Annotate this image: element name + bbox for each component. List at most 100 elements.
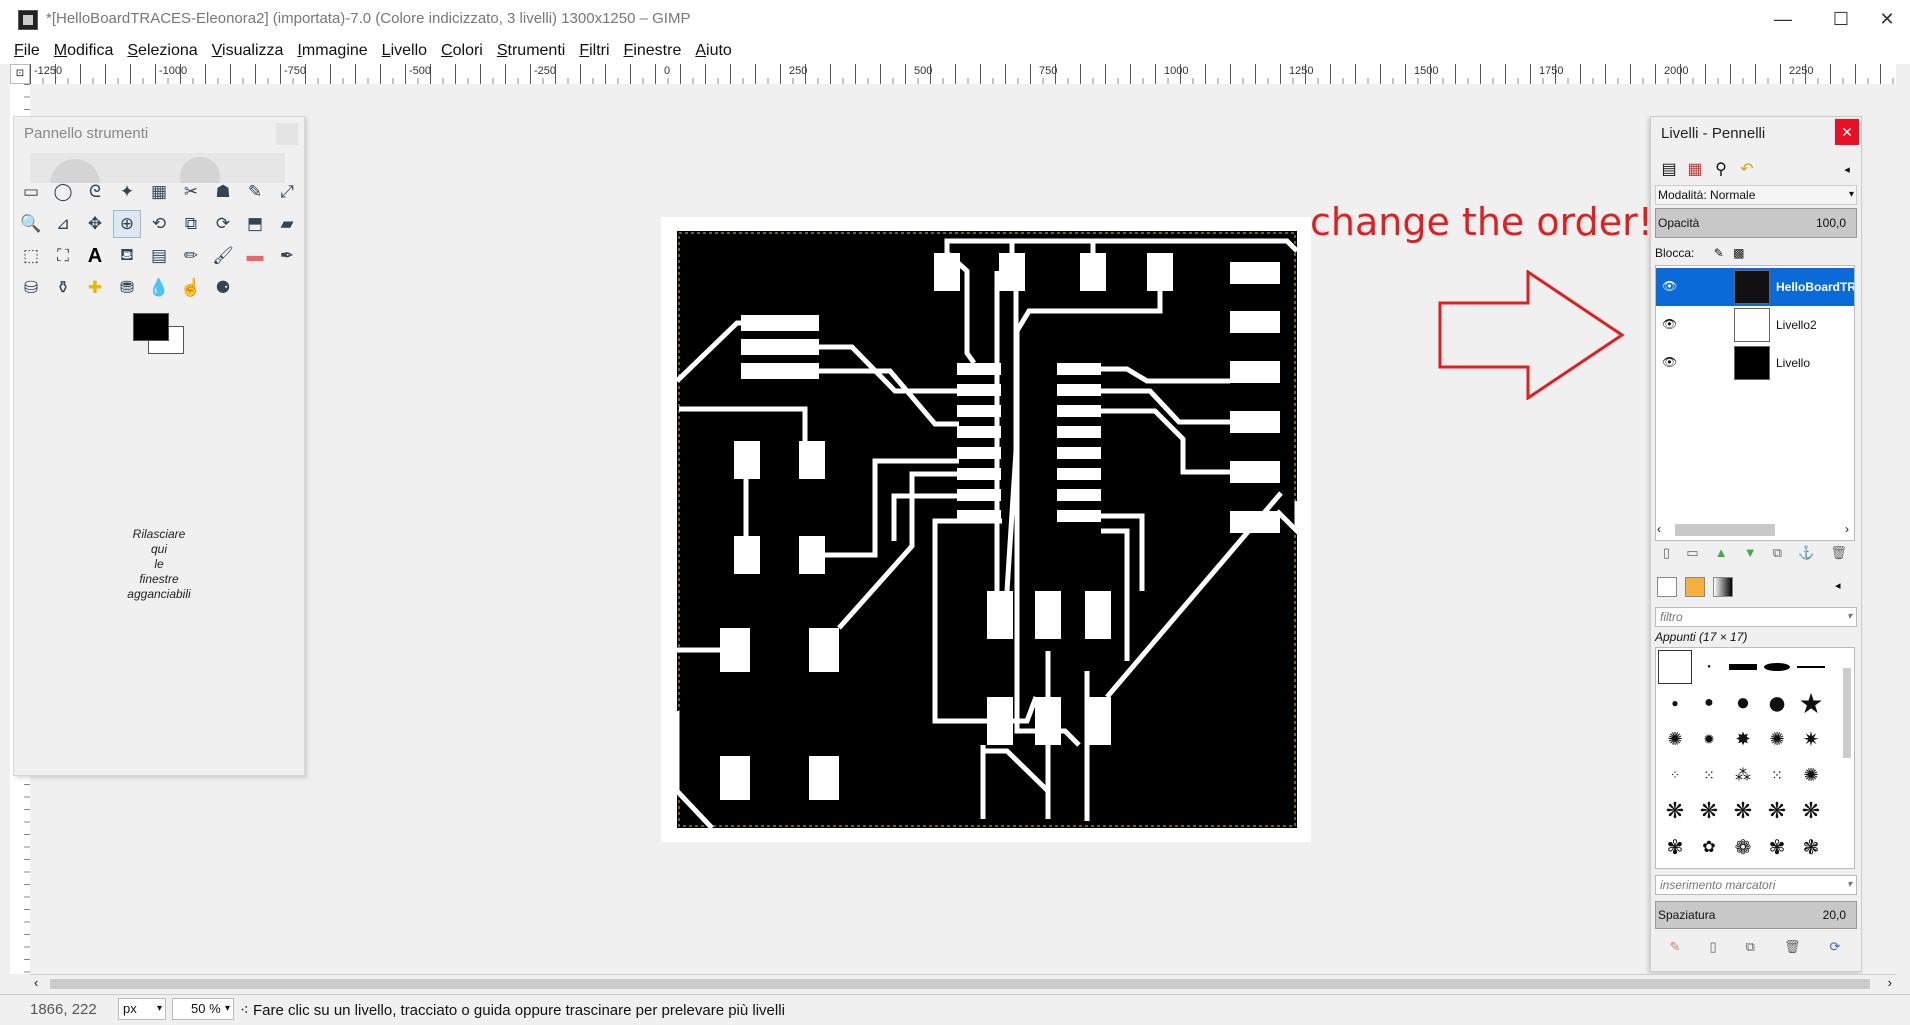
- brush-sparks[interactable]: ⁙: [1692, 758, 1726, 792]
- tag-input[interactable]: inserimento marcatori ▾: [1655, 875, 1857, 895]
- menu-file[interactable]: File: [14, 42, 40, 60]
- menu-help[interactable]: Aiuto: [695, 42, 731, 60]
- move-tool-icon[interactable]: ✥: [82, 211, 108, 237]
- scale-tool-icon[interactable]: ⬒: [242, 211, 268, 237]
- layer-name[interactable]: Livello: [1776, 356, 1854, 370]
- gradients-tab-icon[interactable]: [1713, 577, 1733, 597]
- ruler-corner-button[interactable]: ⊡: [10, 64, 30, 84]
- perspective-clone-icon[interactable]: ⛃: [114, 275, 140, 301]
- brush-filter-input[interactable]: filtro ▾: [1655, 607, 1857, 627]
- brush-sparks[interactable]: ✺: [1794, 758, 1828, 792]
- brush-grunge[interactable]: ✾: [1658, 830, 1692, 864]
- measure-tool-icon[interactable]: ⊿: [50, 211, 76, 237]
- foreground-color-swatch[interactable]: [133, 313, 169, 341]
- shear-tool-icon[interactable]: ▰: [274, 211, 300, 237]
- lower-layer-icon[interactable]: ▼: [1744, 545, 1757, 565]
- patterns-tab-icon[interactable]: [1685, 577, 1705, 597]
- zoom-select[interactable]: 50 % ▾: [172, 998, 234, 1020]
- brush-grunge[interactable]: ✿: [1692, 830, 1726, 864]
- layer-name[interactable]: HelloBoardTRACES: [1776, 280, 1854, 294]
- minimize-button[interactable]: —: [1760, 4, 1806, 34]
- maximize-button[interactable]: ☐: [1818, 4, 1864, 34]
- foreground-select-icon[interactable]: ☗: [210, 179, 236, 205]
- smudge-tool-icon[interactable]: ☝: [178, 275, 204, 301]
- heal-tool-icon[interactable]: ✚: [82, 275, 108, 301]
- layer-row[interactable]: 👁 Livello: [1656, 344, 1854, 382]
- new-layer-icon[interactable]: ▯: [1663, 545, 1670, 565]
- layers-tab-icon[interactable]: ▤: [1657, 157, 1681, 181]
- brush-ellipse[interactable]: [1760, 650, 1794, 684]
- panel-menu-icon[interactable]: ◂: [1835, 157, 1859, 181]
- new-brush-icon[interactable]: ▯: [1709, 939, 1716, 959]
- clone-tool-icon[interactable]: ⚱: [50, 275, 76, 301]
- brush-splatter[interactable]: ✸: [1726, 722, 1760, 756]
- brush-thin[interactable]: [1794, 650, 1828, 684]
- lock-pixels-icon[interactable]: ✎: [1714, 246, 1724, 260]
- brush-fuzzy[interactable]: ●: [1658, 686, 1692, 720]
- edit-brush-icon[interactable]: ✎: [1670, 939, 1681, 959]
- refresh-brushes-icon[interactable]: ⟳: [1830, 939, 1841, 959]
- brush-sparks[interactable]: ⁙: [1760, 758, 1794, 792]
- brush-sparks[interactable]: ⁂: [1726, 758, 1760, 792]
- blend-tool-icon[interactable]: ▤: [146, 243, 172, 269]
- brush-splatter[interactable]: ✺: [1760, 722, 1794, 756]
- brush-star[interactable]: ★: [1794, 686, 1828, 720]
- mode-select[interactable]: Modalità: Normale ▾: [1655, 185, 1857, 205]
- brush-fuzzy[interactable]: ●: [1692, 686, 1726, 720]
- color-picker-icon[interactable]: ⤢: [274, 179, 300, 205]
- brush-grunge[interactable]: ❃: [1794, 830, 1828, 864]
- duplicate-brush-icon[interactable]: ⧉: [1746, 939, 1755, 959]
- brushes-tab-icon[interactable]: [1657, 577, 1677, 597]
- menu-colors[interactable]: Colori: [441, 42, 483, 60]
- layer-row[interactable]: 👁 Livello2: [1656, 306, 1854, 344]
- fuzzy-select-icon[interactable]: ✦: [114, 179, 140, 205]
- menu-layer[interactable]: Livello: [382, 42, 427, 60]
- visibility-eye-icon[interactable]: 👁: [1662, 355, 1677, 369]
- brush-1px[interactable]: ●: [1692, 650, 1726, 684]
- chevron-left-icon[interactable]: ‹: [34, 975, 38, 990]
- brush-fuzzy[interactable]: ●: [1726, 686, 1760, 720]
- brush-texture[interactable]: ❋: [1760, 794, 1794, 828]
- brush-grunge[interactable]: ❁: [1726, 830, 1760, 864]
- pcb-traces-image[interactable]: [677, 231, 1297, 828]
- airbrush-tool-icon[interactable]: ✒: [274, 243, 300, 269]
- channels-tab-icon[interactable]: ▦: [1683, 157, 1707, 181]
- paths-tool-icon[interactable]: ✎: [242, 179, 268, 205]
- align-tool-icon[interactable]: ⊕: [113, 210, 141, 238]
- ellipse-select-icon[interactable]: ◯: [50, 179, 76, 205]
- raise-layer-icon[interactable]: ▲: [1715, 545, 1728, 565]
- canvas-horizontal-scrollbar[interactable]: ‹ ›: [30, 974, 1896, 993]
- layer-list-scrollbar[interactable]: ‹ ›: [1655, 522, 1851, 538]
- menu-edit[interactable]: Modifica: [54, 42, 114, 60]
- pencil-tool-icon[interactable]: ✏: [178, 243, 204, 269]
- layers-panel-close-button[interactable]: ✕: [1835, 119, 1859, 145]
- close-window-button[interactable]: ✕: [1864, 4, 1910, 34]
- anchor-layer-icon[interactable]: ⚓: [1798, 545, 1814, 565]
- cage-tool-icon[interactable]: ⛶: [50, 243, 76, 269]
- duplicate-layer-icon[interactable]: ⧉: [1773, 545, 1782, 565]
- transform-tool-icon[interactable]: ⟲: [146, 211, 172, 237]
- layer-name[interactable]: Livello2: [1776, 318, 1854, 332]
- horizontal-ruler[interactable]: -1250 -1000 -750 -500 -250 0 250 500 750…: [30, 64, 1896, 85]
- menu-view[interactable]: Visualizza: [212, 42, 284, 60]
- paintbrush-tool-icon[interactable]: 🖌: [210, 243, 236, 269]
- zoom-tool-icon[interactable]: 🔍: [18, 211, 44, 237]
- rotate-tool-icon[interactable]: ⟳: [210, 211, 236, 237]
- paths-tab-icon[interactable]: ⚲: [1709, 157, 1733, 181]
- delete-layer-icon[interactable]: 🗑: [1830, 545, 1847, 565]
- brush-texture[interactable]: ❋: [1726, 794, 1760, 828]
- opacity-slider[interactable]: Opacità 100,0: [1655, 208, 1857, 238]
- layer-row[interactable]: 👁 HelloBoardTRACES: [1656, 268, 1854, 306]
- brush-texture[interactable]: ❋: [1692, 794, 1726, 828]
- brush-texture[interactable]: ❋: [1794, 794, 1828, 828]
- blur-tool-icon[interactable]: 💧: [146, 275, 172, 301]
- color-select-icon[interactable]: ▦: [146, 179, 172, 205]
- dodge-burn-tool-icon[interactable]: ⚈: [210, 275, 236, 301]
- brush-sparks[interactable]: ⁘: [1658, 758, 1692, 792]
- brush-grid-scrollbar[interactable]: [1842, 652, 1852, 862]
- menu-windows[interactable]: Finestre: [624, 42, 682, 60]
- eraser-tool-icon[interactable]: ▬: [242, 243, 268, 269]
- chevron-right-icon[interactable]: ›: [1888, 975, 1892, 990]
- brush-grunge[interactable]: ✾: [1760, 830, 1794, 864]
- visibility-eye-icon[interactable]: 👁: [1662, 317, 1677, 331]
